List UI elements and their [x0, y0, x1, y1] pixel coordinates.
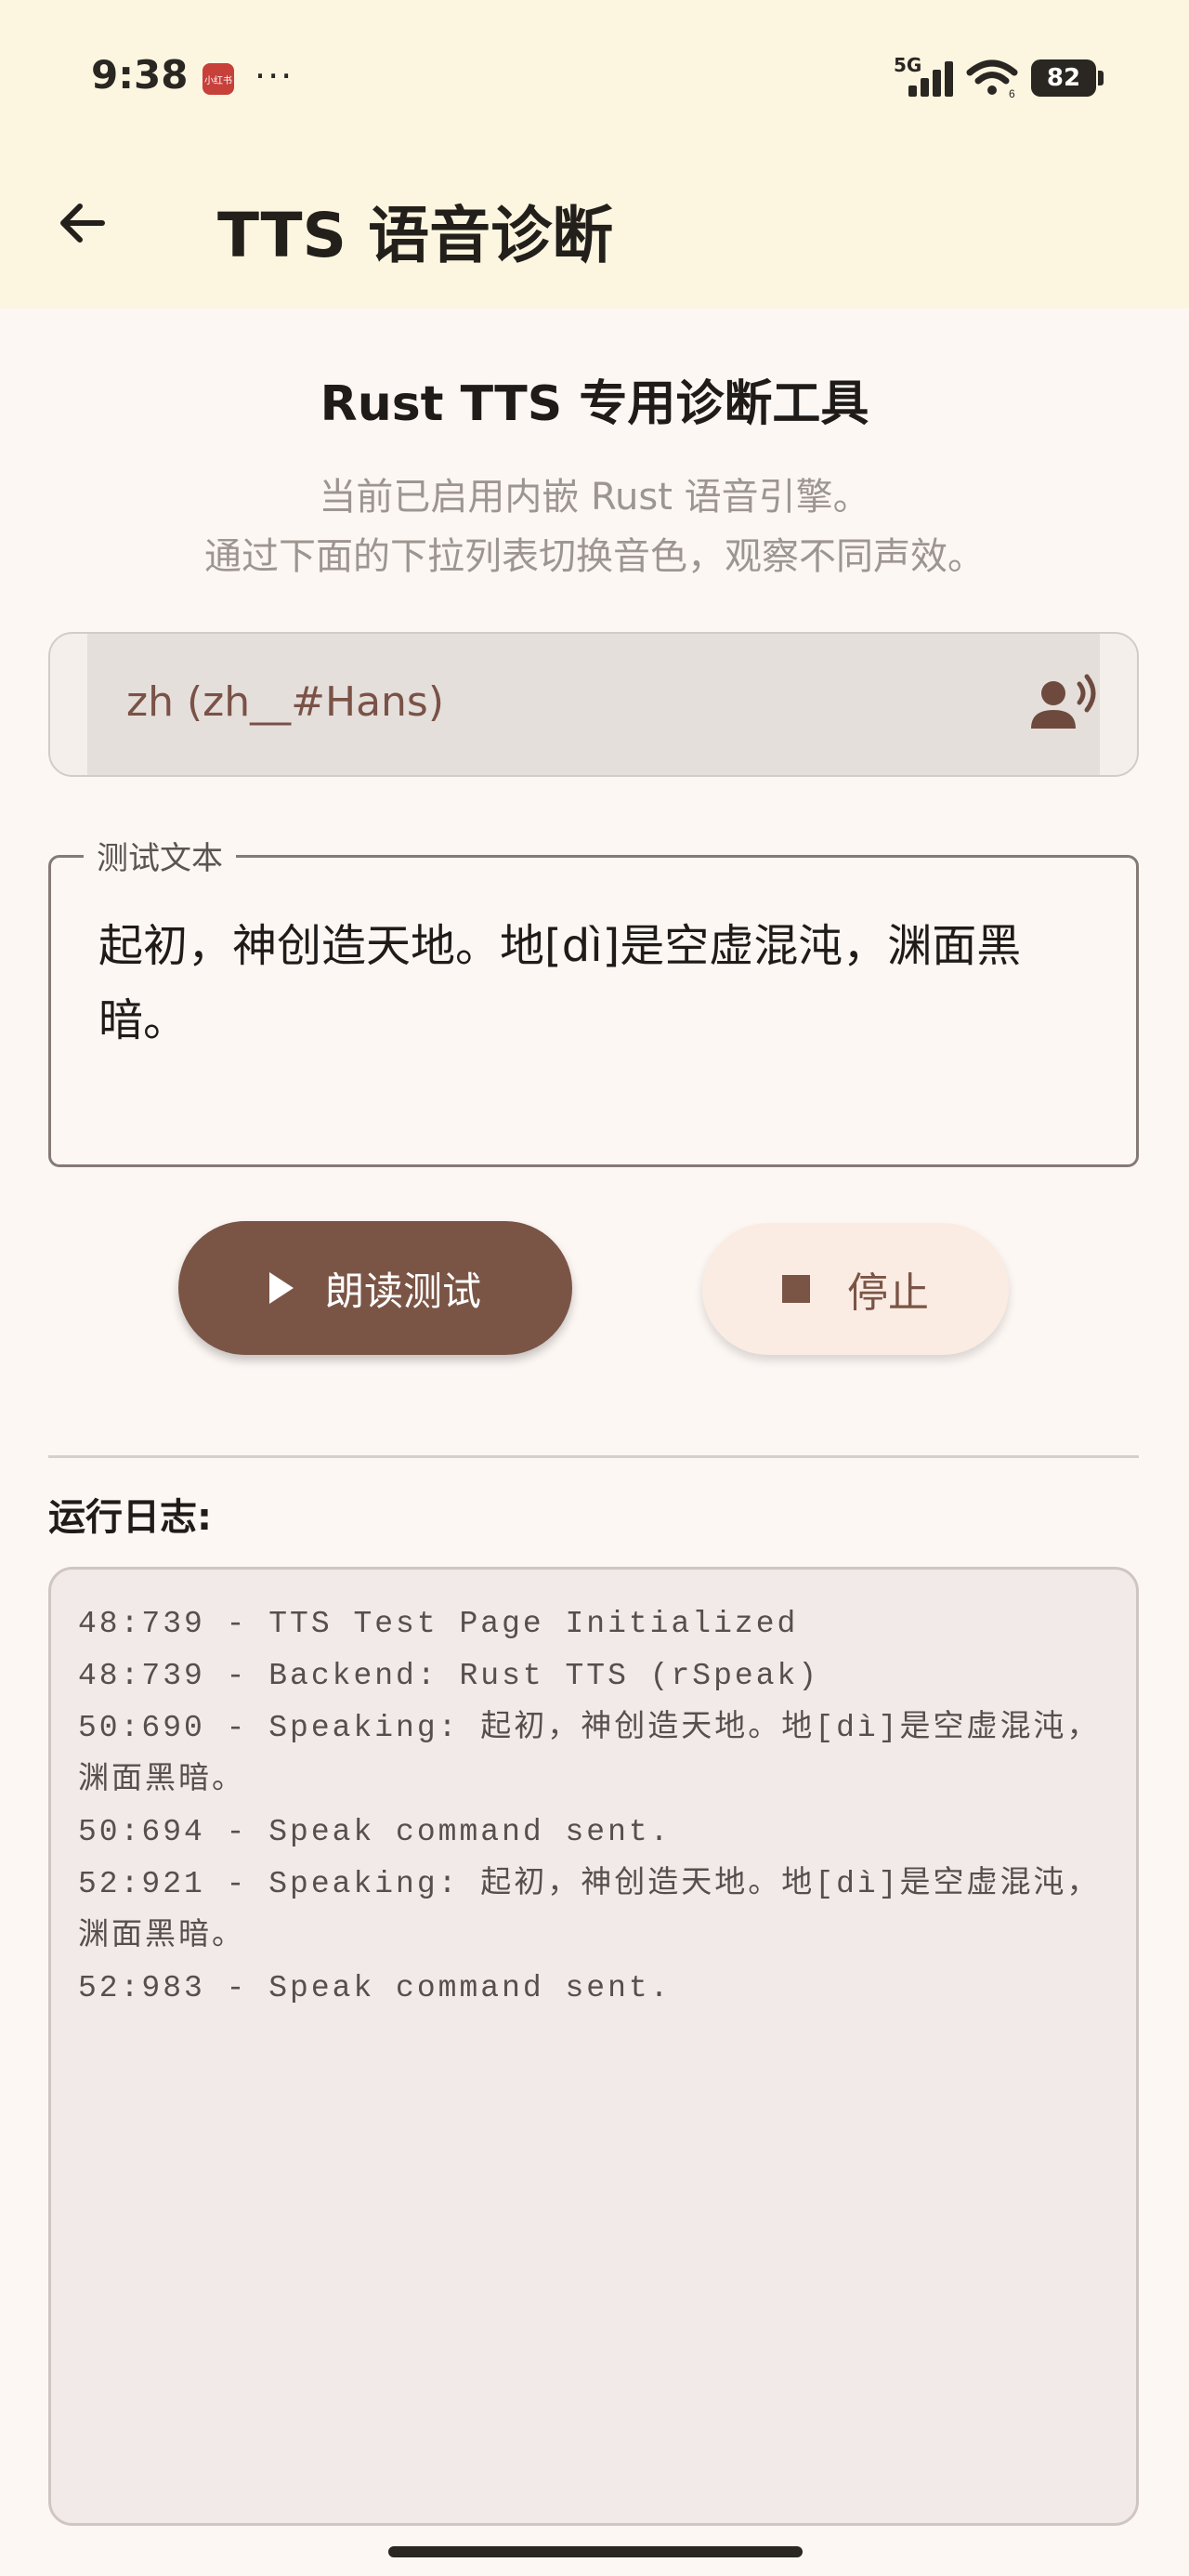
stop-label: 停止	[847, 1269, 929, 1317]
voice-select-field: zh (zh__#Hans)	[87, 634, 1100, 775]
arrow-back-icon[interactable]	[54, 195, 110, 251]
page-title: TTS 语音诊断	[217, 200, 614, 271]
home-indicator[interactable]	[388, 2546, 803, 2557]
signal-icon	[908, 59, 957, 97]
status-bar: 9:38 小红书 ··· 5G 6 82	[0, 0, 1189, 158]
log-entry: 48:739 - TTS Test Page Initialized	[78, 1607, 799, 1641]
test-text-label: 测试文本	[84, 833, 236, 878]
more-notifications-icon: ···	[255, 56, 294, 97]
stop-icon	[782, 1275, 810, 1303]
battery-cap	[1098, 71, 1104, 85]
play-icon	[268, 1272, 294, 1304]
section-heading: Rust TTS 专用诊断工具	[320, 376, 869, 432]
battery-icon: 82	[1031, 59, 1096, 97]
test-text-input[interactable]: 起初，神创造天地。地[dì]是空虚混沌，渊面黑暗。	[98, 909, 1083, 1058]
app-notification-icon: 小红书	[203, 63, 234, 95]
play-test-button[interactable]: 朗读测试	[178, 1221, 572, 1355]
svg-text:6: 6	[1009, 87, 1015, 99]
divider	[48, 1455, 1139, 1458]
wifi-icon: 6	[966, 59, 1018, 99]
play-test-label: 朗读测试	[324, 1268, 481, 1314]
log-entry: 52:983 - Speak command sent.	[78, 1971, 672, 2005]
log-entry: 50:694 - Speak command sent.	[78, 1815, 672, 1849]
log-label: 运行日志:	[48, 1496, 212, 1539]
subtitle-line-1: 当前已启用内嵌 Rust 语音引擎。	[319, 476, 870, 519]
voice-select[interactable]: zh (zh__#Hans)	[48, 632, 1139, 777]
log-entry: 50:690 - Speaking: 起初，神创造天地。地[dì]是空虚混沌，渊…	[78, 1711, 1101, 1797]
app-bar: 9:38 小红书 ··· 5G 6 82 TTS 语音诊断	[0, 0, 1189, 309]
status-time: 9:38	[91, 52, 189, 98]
log-entry: 52:921 - Speaking: 起初，神创造天地。地[dì]是空虚混沌，渊…	[78, 1867, 1101, 1953]
subtitle-line-2: 通过下面的下拉列表切换音色，观察不同声效。	[204, 535, 985, 578]
voice-select-value: zh (zh__#Hans)	[126, 678, 445, 726]
log-entry: 48:739 - Backend: Rust TTS (rSpeak)	[78, 1659, 820, 1693]
log-list: 48:739 - TTS Test Page Initialized 48:73…	[78, 1598, 1109, 2015]
record-voice-icon	[1031, 674, 1096, 729]
stop-button[interactable]: 停止	[702, 1223, 1009, 1355]
